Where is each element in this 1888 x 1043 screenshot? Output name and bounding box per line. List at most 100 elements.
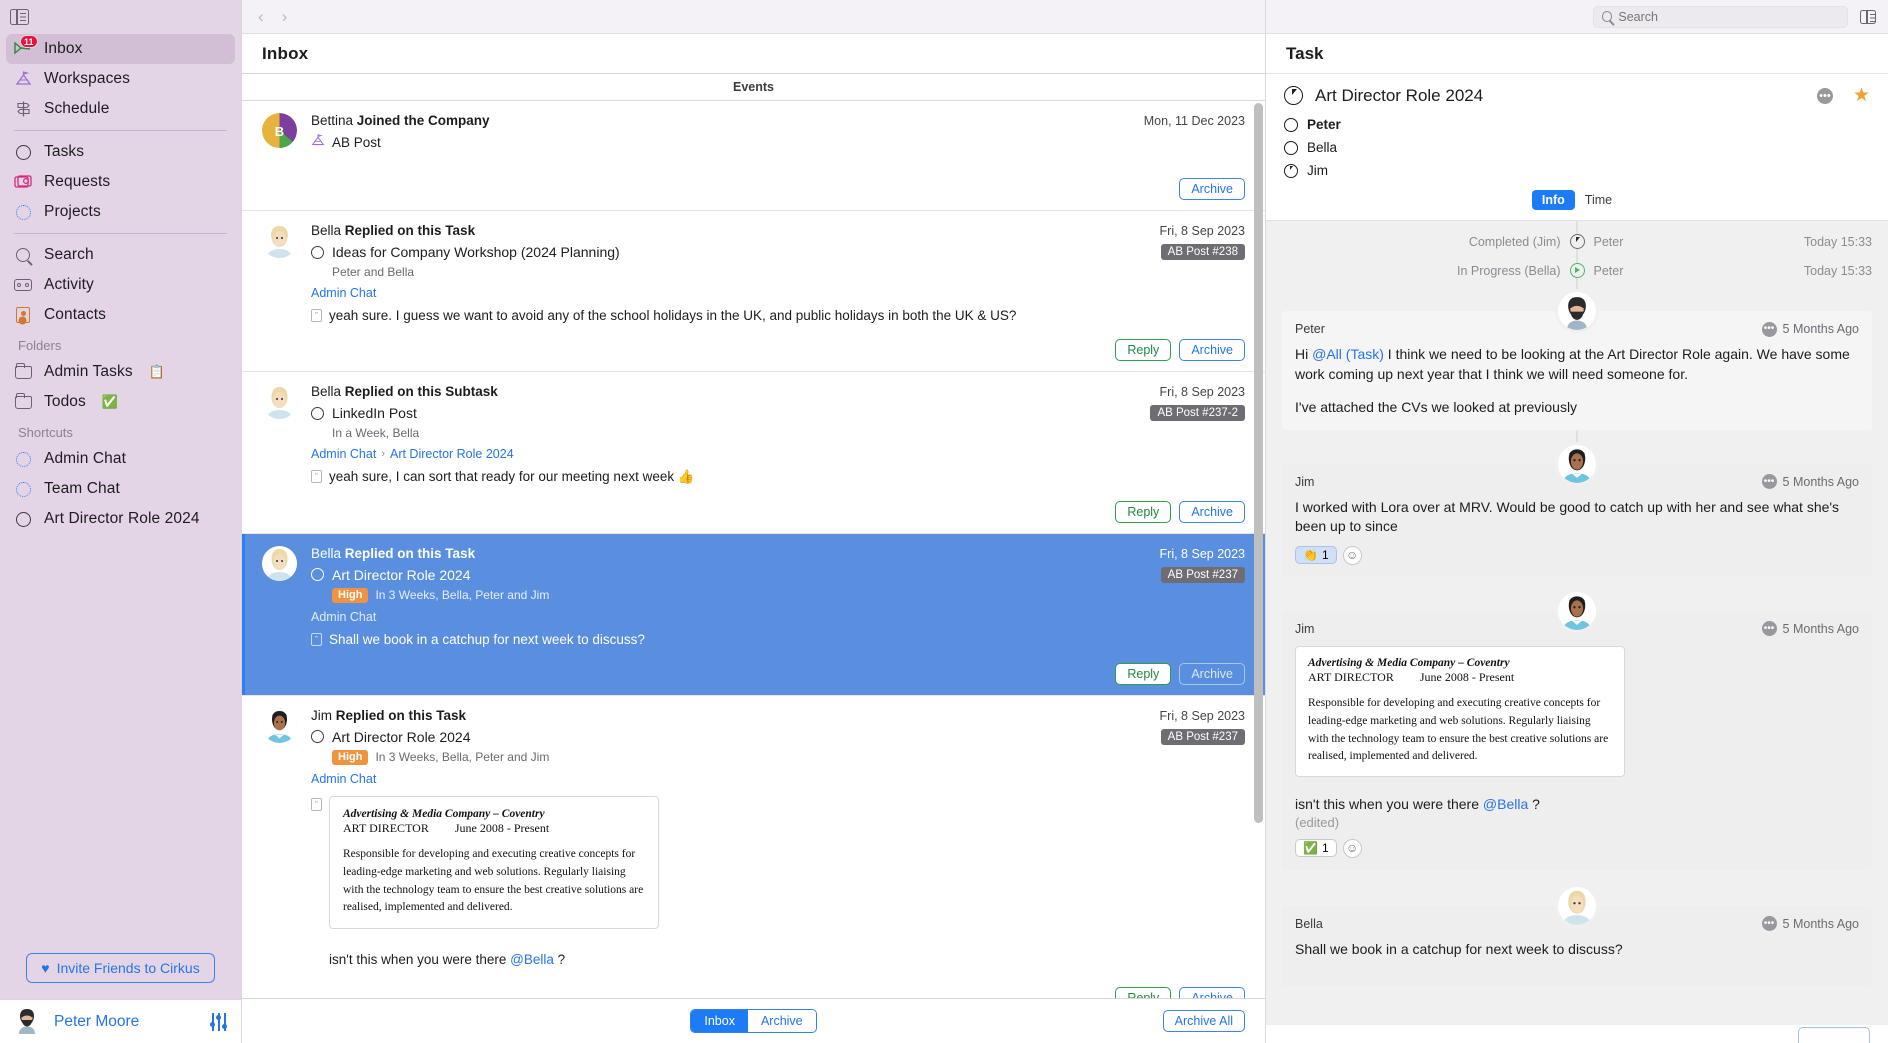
settings-sliders-icon[interactable] (209, 1012, 229, 1031)
sidebar-item-tasks[interactable]: Tasks (6, 137, 235, 167)
app-root: 11 Inbox Workspaces Schedule Tasks Reque… (0, 0, 1888, 1043)
sidebar-item-label: Workspaces (44, 70, 130, 87)
reply-button[interactable]: Reply (1115, 339, 1172, 362)
breadcrumb[interactable]: Admin Chat (311, 772, 1245, 786)
panel-toggle-icon[interactable] (10, 9, 29, 25)
assignee-row[interactable]: Bella (1284, 136, 1870, 159)
breadcrumb[interactable]: Admin Chat (311, 286, 1245, 300)
in-progress-icon (1569, 263, 1585, 278)
shortcut-label: Team Chat (44, 480, 120, 497)
events-feed[interactable]: B Bettina Joined the Company Mon, 11 Dec… (242, 101, 1265, 998)
archive-all-button[interactable]: Archive All (1162, 1010, 1245, 1032)
event-meta: High In 3 Weeks, Bella, Peter and Jim (332, 749, 1245, 765)
sidebar-shortcut-art-director-role[interactable]: Art Director Role 2024 (6, 504, 235, 534)
event-headline: Bettina Joined the Company (311, 113, 490, 128)
sidebar-folder-admin-tasks[interactable]: Admin Tasks 📋 (6, 357, 235, 387)
sidebar-item-activity[interactable]: Activity (6, 270, 235, 300)
task-name[interactable]: Art Director Role 2024 (1315, 86, 1483, 106)
search-input[interactable] (1618, 9, 1839, 24)
message-block: Peter ••• 5 Months Ago Hi @All (Task) I … (1282, 289, 1872, 430)
assignee-row[interactable]: Jim (1284, 159, 1870, 182)
mention-link[interactable]: @Bella (510, 952, 554, 967)
event-row[interactable]: Bella Replied on this Subtask Fri, 8 Sep… (242, 372, 1265, 534)
more-dots-icon[interactable]: ••• (1761, 916, 1777, 932)
breadcrumb-item[interactable]: Admin Chat (311, 286, 376, 300)
reaction-chip[interactable]: ✅ 1 (1295, 839, 1337, 858)
add-reaction-icon[interactable]: ☺ (1342, 545, 1362, 565)
task-detail-panel: Task Art Director Role 2024 ••• ★ Peter … (1265, 0, 1888, 1043)
search-box[interactable] (1593, 5, 1848, 28)
segment-inbox[interactable]: Inbox (691, 1010, 748, 1032)
breadcrumb-item[interactable]: Admin Chat (311, 772, 376, 786)
sidebar-item-inbox[interactable]: 11 Inbox (6, 34, 235, 64)
nav-bar: ‹ › (242, 0, 1265, 34)
sidebar-item-label: Schedule (44, 100, 110, 117)
sidebar-shortcut-team-chat[interactable]: Team Chat (6, 474, 235, 504)
forward-button[interactable]: › (282, 8, 288, 25)
archive-button[interactable]: Archive (1179, 500, 1245, 523)
event-row[interactable]: Bella Replied on this Task Fri, 8 Sep 20… (242, 211, 1265, 373)
sidebar-item-schedule[interactable]: Schedule (6, 94, 235, 124)
more-dots-icon[interactable]: ••• (1761, 474, 1777, 490)
sidebar-shortcut-admin-chat[interactable]: Admin Chat (6, 444, 235, 474)
message-suffix: ? (553, 952, 566, 968)
event-date: Mon, 11 Dec 2023 (1143, 114, 1245, 128)
reply-button[interactable]: Reply (1115, 662, 1172, 685)
more-dots-icon[interactable]: ••• (1816, 87, 1833, 104)
task-activity-feed[interactable]: Completed (Jim) Peter Today 15:33 In Pro… (1266, 220, 1888, 1025)
user-bar[interactable]: Peter Moore (0, 999, 241, 1043)
event-row[interactable]: B Bettina Joined the Company Mon, 11 Dec… (242, 101, 1265, 212)
event-row[interactable]: Jim Replied on this Task Fri, 8 Sep 2023… (242, 696, 1265, 998)
folder-icon (12, 392, 34, 412)
back-button[interactable]: ‹ (258, 8, 264, 25)
breadcrumb[interactable]: Admin Chat (311, 610, 1245, 624)
add-reaction-icon[interactable]: ☺ (1342, 838, 1362, 858)
inbox-archive-segment[interactable]: Inbox Archive (690, 1009, 817, 1033)
invite-friends-button[interactable]: ♥ Invite Friends to Cirkus (26, 953, 215, 983)
feed-scrollbar[interactable] (1254, 103, 1263, 996)
tab-info[interactable]: Info (1531, 190, 1575, 210)
mention-link[interactable]: @Bella (1483, 796, 1528, 812)
message-prefix: isn't this when you were there (329, 952, 511, 968)
event-action: Joined the Company (356, 113, 490, 128)
task-status-circle-icon (311, 568, 324, 582)
event-meta-text: In 3 Weeks, Bella, Peter and Jim (375, 750, 550, 765)
sidebar-item-contacts[interactable]: Contacts (6, 300, 235, 330)
task-status-circle-icon (311, 406, 324, 420)
tab-time[interactable]: Time (1575, 190, 1622, 210)
sidebar-item-search[interactable]: Search (6, 240, 235, 270)
assignee-row[interactable]: Peter (1284, 113, 1870, 136)
sidebar-folder-todos[interactable]: Todos ✅ (6, 387, 235, 417)
sidebar-item-projects[interactable]: Projects (6, 197, 235, 227)
dotted-circle-icon (12, 449, 34, 469)
event-row-selected[interactable]: Bella Replied on this Task Fri, 8 Sep 20… (242, 533, 1265, 696)
breadcrumb-item[interactable]: Admin Chat (311, 610, 376, 624)
sidebar-item-label: Tasks (44, 143, 85, 160)
sidebar-item-requests[interactable]: Requests (6, 167, 235, 197)
breadcrumb-item[interactable]: Art Director Role 2024 (390, 447, 514, 461)
more-dots-icon[interactable]: ••• (1761, 321, 1777, 337)
partial-clock-icon[interactable] (1284, 86, 1303, 105)
footer-action-button[interactable] (1798, 1027, 1870, 1043)
mention-link[interactable]: @All (Task) (1312, 346, 1384, 362)
archive-button[interactable]: Archive (1179, 662, 1245, 685)
archive-button[interactable]: Archive (1179, 339, 1245, 362)
archive-button[interactable]: Archive (1179, 178, 1245, 201)
sidebar-item-label: Inbox (44, 40, 83, 57)
reply-button[interactable]: Reply (1115, 987, 1172, 998)
more-dots-icon[interactable]: ••• (1761, 621, 1777, 637)
message-text: isn't this when you were there @Bella ? (1295, 795, 1859, 815)
breadcrumb-item[interactable]: Admin Chat (311, 447, 376, 461)
scrollbar-thumb[interactable] (1254, 103, 1263, 823)
reaction-chip[interactable]: 👏 1 (1295, 546, 1337, 565)
breadcrumb[interactable]: Admin Chat › Art Director Role 2024 (311, 447, 1245, 461)
sidebar-item-workspaces[interactable]: Workspaces (6, 64, 235, 94)
star-icon[interactable]: ★ (1853, 84, 1870, 107)
folder-label: Todos (44, 393, 86, 410)
reply-button[interactable]: Reply (1115, 500, 1172, 523)
panel-toggle-icon[interactable] (1860, 9, 1876, 24)
archive-button[interactable]: Archive (1179, 987, 1245, 998)
avatar (1555, 289, 1599, 333)
task-tabs[interactable]: Info Time (1284, 182, 1870, 220)
segment-archive[interactable]: Archive (747, 1010, 816, 1032)
